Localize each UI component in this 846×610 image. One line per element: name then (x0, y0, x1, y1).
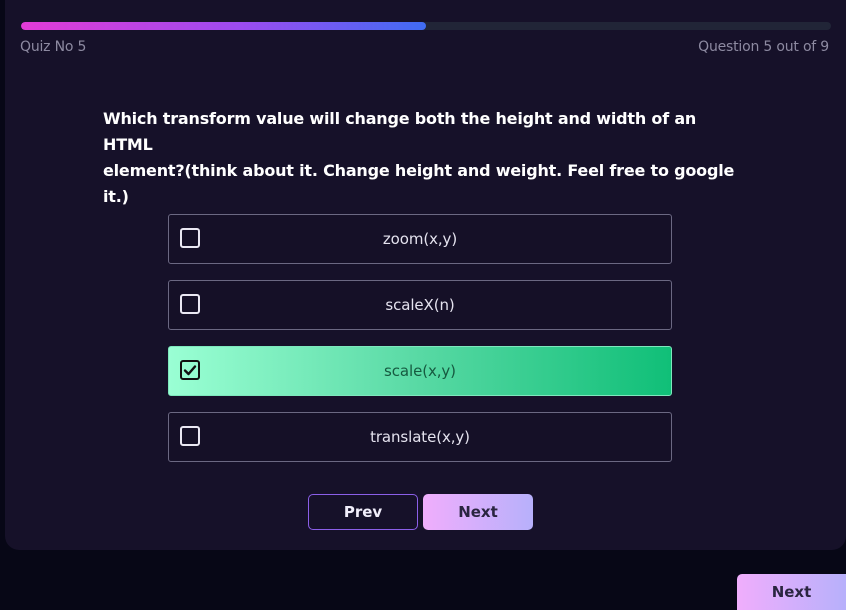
question-line-1: Which transform value will change both t… (103, 109, 697, 154)
progress-bar-fill (21, 22, 426, 30)
question-text: Which transform value will change both t… (103, 106, 743, 210)
floating-next-button[interactable]: Next (737, 574, 846, 610)
option-label: scaleX(n) (385, 296, 455, 314)
option-checkbox[interactable] (180, 360, 200, 380)
option-label: translate(x,y) (370, 428, 470, 446)
answer-option-translate[interactable]: translate(x,y) (168, 412, 672, 462)
next-button[interactable]: Next (423, 494, 533, 530)
progress-bar (21, 22, 831, 30)
option-label: zoom(x,y) (382, 230, 458, 248)
quiz-card: Quiz No 5 Question 5 out of 9 Which tran… (5, 0, 846, 550)
quiz-number-label: Quiz No 5 (20, 39, 87, 55)
prev-button[interactable]: Prev (308, 494, 418, 530)
checkmark-icon (183, 365, 197, 376)
option-checkbox[interactable] (180, 294, 200, 314)
question-line-2: element?(think about it. Change height a… (103, 161, 735, 206)
option-checkbox[interactable] (180, 228, 200, 248)
answer-option-scale[interactable]: scale(x,y) (168, 346, 672, 396)
option-checkbox[interactable] (180, 426, 200, 446)
answer-option-scalex[interactable]: scaleX(n) (168, 280, 672, 330)
question-counter: Question 5 out of 9 (698, 39, 829, 55)
answer-option-zoom[interactable]: zoom(x,y) (168, 214, 672, 264)
option-label: scale(x,y) (384, 362, 456, 380)
